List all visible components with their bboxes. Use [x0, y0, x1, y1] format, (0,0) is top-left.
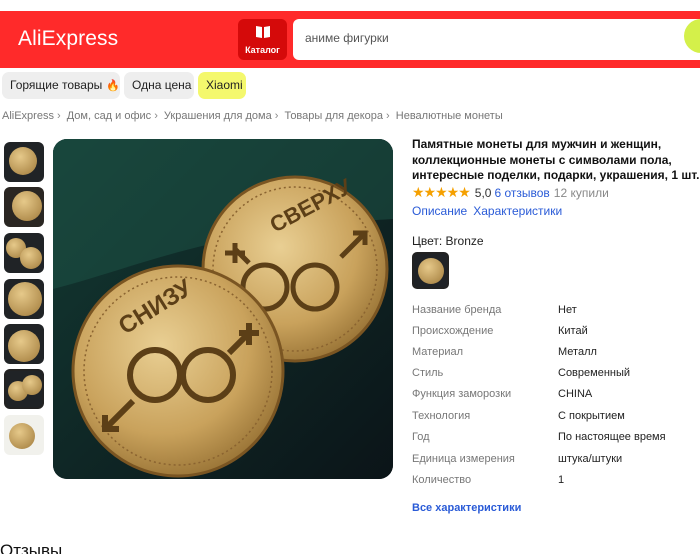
spec-key: Единица измерения: [412, 453, 515, 465]
thumbnail[interactable]: [4, 233, 44, 273]
search-box: [293, 19, 700, 60]
thumbnail[interactable]: [4, 324, 44, 364]
catalog-button[interactable]: Каталог: [238, 19, 287, 60]
spec-row: Стиль Современный: [412, 365, 700, 386]
spec-key: Год: [412, 431, 430, 443]
product-main-image[interactable]: СВЕРХУ СНИЗУ: [53, 139, 393, 479]
spec-value: 1: [558, 474, 565, 486]
spec-key: Функция заморозки: [412, 388, 512, 400]
color-label: Цвет: Bronze: [412, 234, 484, 248]
color-variant-bronze[interactable]: [412, 252, 449, 289]
breadcrumb-item[interactable]: Дом, сад и офис: [67, 110, 151, 122]
book-icon: [256, 26, 270, 38]
spec-key: Материал: [412, 346, 463, 358]
chip-hot-deals[interactable]: Горящие товары 🔥: [2, 72, 120, 99]
sold-count: 12 купили: [553, 186, 609, 200]
search-input[interactable]: [305, 31, 665, 45]
breadcrumb: AliExpress › Дом, сад и офис › Украшения д…: [2, 110, 503, 122]
spec-value: Китай: [558, 325, 588, 337]
breadcrumb-item[interactable]: AliExpress: [2, 110, 54, 122]
site-header: AliExpress Каталог: [0, 11, 700, 68]
spec-key: Название бренда: [412, 304, 502, 316]
thumbnail[interactable]: [4, 415, 44, 455]
spec-value: Современный: [558, 367, 631, 379]
chip-label: Xiaomi: [206, 78, 243, 92]
chip-xiaomi[interactable]: Xiaomi: [198, 72, 246, 99]
chip-label: Горящие товары: [10, 78, 103, 92]
chevron-right-icon: ›: [274, 110, 279, 122]
spec-row: Происхождение Китай: [412, 323, 700, 344]
spec-value: Металл: [558, 346, 597, 358]
thumbnail-selected[interactable]: [4, 369, 44, 409]
spec-value: С покрытием: [558, 410, 625, 422]
coins-photo: СВЕРХУ СНИЗУ: [53, 139, 393, 479]
chevron-right-icon: ›: [154, 110, 158, 122]
coin-left: СНИЗУ: [71, 264, 285, 478]
tab-description[interactable]: Описание: [412, 204, 467, 218]
spec-row: Функция заморозки CHINA: [412, 386, 700, 407]
all-specs-link[interactable]: Все характеристики: [412, 502, 521, 514]
chevron-right-icon: ›: [56, 110, 61, 122]
spec-value: CHINA: [558, 388, 593, 400]
thumbnail[interactable]: [4, 187, 44, 227]
spec-key: Стиль: [412, 367, 444, 379]
spec-value: штука/штуки: [558, 453, 623, 465]
breadcrumb-item[interactable]: Украшения для дома: [164, 110, 272, 122]
spec-row: Единица измерения штука/штуки: [412, 451, 700, 472]
thumbnail[interactable]: [4, 142, 44, 182]
aliexpress-logo[interactable]: AliExpress: [18, 27, 118, 51]
catalog-label: Каталог: [245, 45, 280, 55]
spec-key: Количество: [412, 474, 472, 486]
spec-value: Нет: [558, 304, 577, 316]
spec-value: По настоящее время: [558, 431, 666, 443]
breadcrumb-item[interactable]: Товары для декора: [284, 110, 383, 122]
spec-key: Технология: [412, 410, 471, 422]
chip-one-price[interactable]: Одна цена: [124, 72, 194, 99]
top-bar-gap: [0, 0, 700, 11]
spec-row: Год По настоящее время: [412, 429, 700, 450]
rating-row: ★★★★★ 5,0 6 отзывов 12 купили: [412, 184, 609, 200]
thumbnail[interactable]: [4, 279, 44, 319]
chip-label: Одна цена: [132, 78, 192, 92]
breadcrumb-item[interactable]: Невалютные монеты: [396, 110, 503, 122]
rating-stars-icon: ★★★★★: [412, 184, 471, 200]
spec-row: Количество 1: [412, 472, 700, 493]
reviews-section-title: Отзывы: [0, 541, 63, 554]
reviews-link[interactable]: 6 отзывов: [494, 186, 549, 200]
rating-value: 5,0: [474, 186, 492, 200]
chevron-right-icon: ›: [386, 110, 390, 122]
product-tabs: Описание Характеристики: [412, 204, 562, 218]
fire-icon: 🔥: [106, 80, 120, 92]
spec-row: Технология С покрытием: [412, 408, 700, 429]
tab-specifications[interactable]: Характеристики: [473, 204, 562, 218]
spec-row: Материал Металл: [412, 344, 700, 365]
spec-row: Название бренда Нет: [412, 302, 700, 323]
product-title: Памятные монеты для мужчин и женщин, кол…: [412, 137, 700, 182]
spec-key: Происхождение: [412, 325, 494, 337]
